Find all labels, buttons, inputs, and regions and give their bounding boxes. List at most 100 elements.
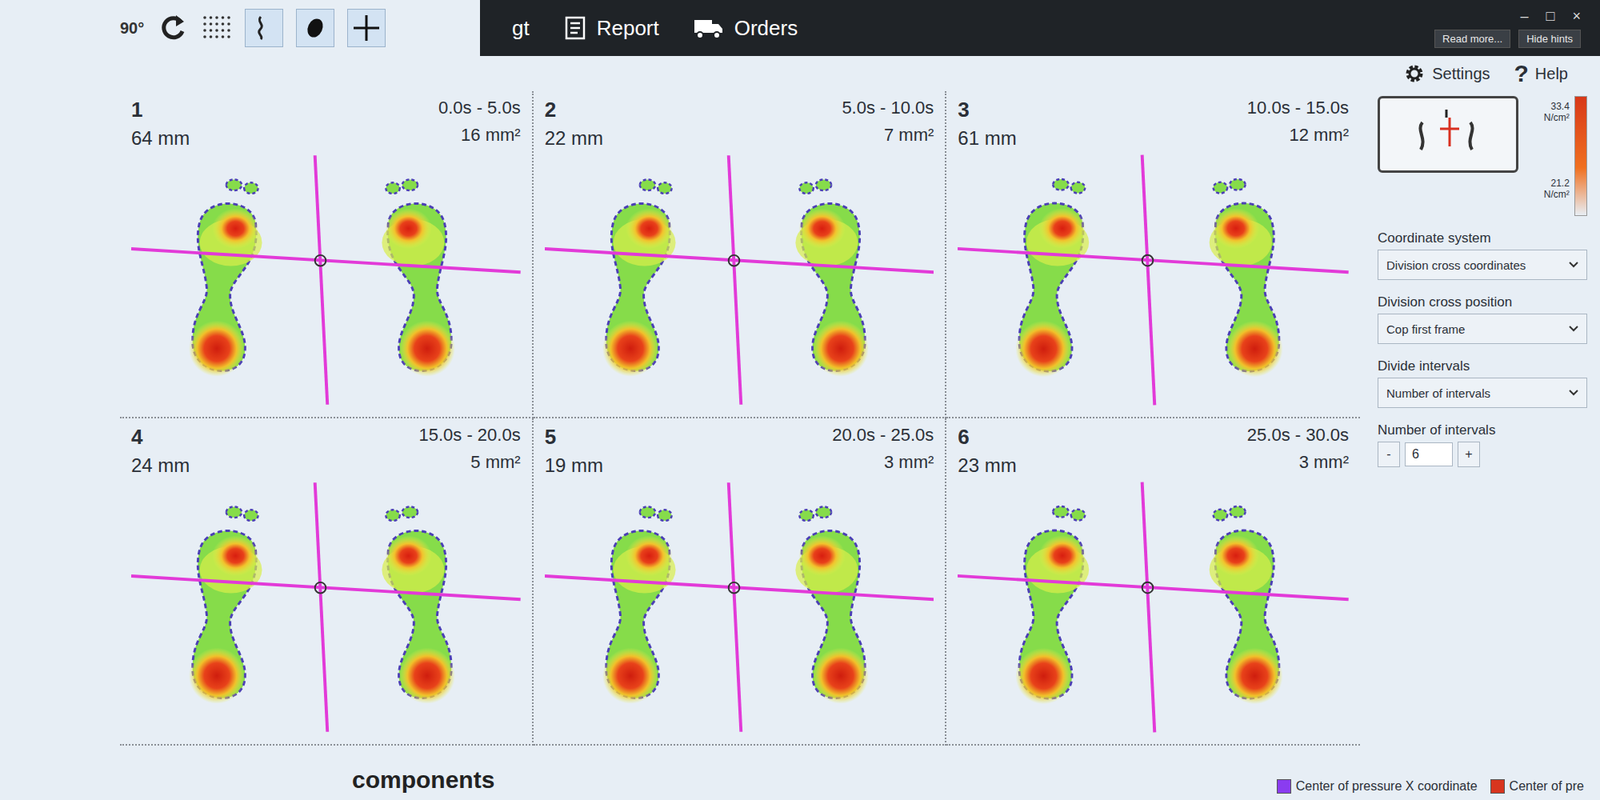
legend-swatch <box>1490 779 1505 794</box>
footprint-plot <box>957 149 1349 411</box>
panel-time: 15.0s - 20.0s <box>418 424 520 446</box>
control-group: Coordinate system Division cross coordina… <box>1377 224 1588 280</box>
control-label: Number of intervals <box>1377 422 1588 439</box>
menu-item[interactable]: gt <box>512 16 530 41</box>
footprint-plot <box>544 149 935 411</box>
toolbar: 90° <box>0 0 480 56</box>
tool-button[interactable] <box>244 8 284 48</box>
legend-label: Center of pre <box>1509 779 1584 794</box>
panel-distance: 24 mm <box>131 454 190 477</box>
footprint-plot <box>131 149 521 411</box>
hint-button[interactable]: Hide hints <box>1518 29 1581 48</box>
rotate-icon[interactable] <box>156 12 189 44</box>
interval-input[interactable]: 6 <box>1404 442 1453 467</box>
window-control[interactable]: □ <box>1546 8 1556 25</box>
menu-item[interactable]: Report <box>563 15 660 41</box>
panel-right: 0.0s - 5.0s16 mm² <box>438 97 521 150</box>
interval-panel: 222 mm5.0s - 10.0s7 mm² <box>533 91 948 419</box>
panel-distance: 61 mm <box>957 127 1016 150</box>
panel-header: 623 mm 25.0s - 30.0s 3 mm² <box>957 424 1349 477</box>
help-link[interactable]: ? Help <box>1514 60 1568 88</box>
panel-left: 1 64 mm <box>131 97 190 150</box>
pressure-scale: 33.4 N/cm²21.2 N/cm² <box>1528 96 1588 216</box>
footprint-plot <box>957 476 1349 738</box>
panel-area: 3 mm² <box>1247 452 1349 473</box>
scale-bar <box>1574 96 1588 216</box>
panel-area: 5 mm² <box>418 452 520 473</box>
control-label: Coordinate system <box>1377 230 1588 247</box>
panel-left: 5 19 mm <box>544 424 604 477</box>
tool-button[interactable] <box>347 8 386 48</box>
panel-right: 10.0s - 15.0s12 mm² <box>1247 97 1349 150</box>
interval-panel: 5 19 mm 20.0s - 25.0s 3 mm² <box>533 418 948 746</box>
dropdown[interactable]: Number of intervals <box>1377 377 1588 408</box>
panel-header: 5 19 mm 20.0s - 25.0s 3 mm² <box>544 424 935 477</box>
grid-icon[interactable] <box>201 12 232 44</box>
legend-item[interactable]: Center of pressure X coordinate <box>1276 779 1478 794</box>
panel-time: 20.0s - 25.0s <box>832 424 934 446</box>
panel-time: 0.0s - 5.0s <box>438 97 521 119</box>
panel-right: 20.0s - 25.0s 3 mm² <box>832 424 934 477</box>
feet-overview-icon <box>1400 106 1496 163</box>
dropdown[interactable]: Division cross coordinates <box>1377 249 1588 280</box>
angle-label: 90° <box>120 19 144 38</box>
panel-time: 5.0s - 10.0s <box>841 97 934 119</box>
side-panel: 33.4 N/cm²21.2 N/cm² Coordinate system Div… <box>1360 91 1600 746</box>
scale-max: 33.4 N/cm² <box>1528 100 1570 124</box>
panel-number: 3 <box>957 97 1016 123</box>
control-label: Divide intervals <box>1377 358 1588 375</box>
window-control[interactable]: – <box>1520 8 1529 25</box>
dropdown-value: Division cross coordinates <box>1386 258 1526 272</box>
settings-link[interactable]: Settings <box>1403 62 1490 85</box>
panel-right: 5.0s - 10.0s7 mm² <box>841 97 934 150</box>
panel-area: 3 mm² <box>832 452 934 473</box>
tool-button[interactable] <box>296 8 335 48</box>
panel-left: 3 61 mm <box>957 97 1016 150</box>
window-control[interactable]: × <box>1572 8 1581 25</box>
panel-number: 4 <box>131 424 190 450</box>
increment-button[interactable]: + <box>1457 441 1480 468</box>
hint-buttons: Read more... Hide hints <box>1434 29 1581 48</box>
menu-item[interactable]: Orders <box>692 15 798 41</box>
scale-labels: 33.4 N/cm²21.2 N/cm² <box>1528 96 1570 216</box>
interval-panel: 4 24 mm 15.0s - 20.0s 5 mm² <box>120 418 534 746</box>
overview-row: 33.4 N/cm²21.2 N/cm² <box>1377 96 1588 216</box>
menu-label: Orders <box>734 16 798 41</box>
settings-bar: Settings? Help <box>0 56 1600 92</box>
panel-distance: 22 mm <box>544 127 604 150</box>
legend-label: Center of pressure X coordinate <box>1296 779 1478 794</box>
chevron-down-icon <box>1568 325 1579 332</box>
decrement-button[interactable]: - <box>1377 441 1400 468</box>
panel-distance: 19 mm <box>544 454 604 477</box>
panel-header: 3 61 mm 10.0s - 15.0s12 mm² <box>957 97 1349 150</box>
settings-label: Settings <box>1432 64 1490 84</box>
line-tool-icon <box>249 13 279 43</box>
overview-thumbnail[interactable] <box>1377 96 1519 173</box>
panel-number: 1 <box>131 97 190 123</box>
hint-button[interactable]: Read more... <box>1434 29 1511 48</box>
help-icon: ? <box>1514 60 1529 88</box>
panel-number: 6 <box>957 424 1016 450</box>
window-controls: –□ × <box>1520 8 1581 25</box>
chevron-down-icon <box>1568 261 1579 268</box>
control-group: Number of intervals -6+ <box>1377 416 1588 468</box>
chart-legend: Center of pressure X coordinate Center of… <box>1276 779 1584 794</box>
panel-area: 12 mm² <box>1247 124 1349 146</box>
panel-right: 25.0s - 30.0s 3 mm² <box>1247 424 1349 477</box>
help-label: Help <box>1535 64 1568 84</box>
interval-panel: 623 mm 25.0s - 30.0s 3 mm² <box>946 418 1360 746</box>
panel-left: 623 mm <box>957 424 1016 477</box>
legend-swatch <box>1276 779 1292 794</box>
footprint-plot <box>131 476 521 738</box>
window-controls-group: –□ × Read more... Hide hints <box>1434 8 1581 48</box>
interval-panel: 1 64 mm 0.0s - 5.0s16 mm² <box>120 91 534 419</box>
panel-left: 4 24 mm <box>131 424 190 477</box>
panel-distance: 64 mm <box>131 127 190 150</box>
dropdown[interactable]: Cop first frame <box>1377 313 1588 344</box>
panel-time: 25.0s - 30.0s <box>1247 424 1349 446</box>
panel-number: 5 <box>544 424 604 450</box>
menu-bar: gt Report Orders –□ × Read more... Hide hints <box>480 0 1600 56</box>
panel-header: 4 24 mm 15.0s - 20.0s 5 mm² <box>131 424 521 477</box>
footprint-plot <box>544 476 935 738</box>
legend-item[interactable]: Center of pre <box>1490 779 1584 794</box>
